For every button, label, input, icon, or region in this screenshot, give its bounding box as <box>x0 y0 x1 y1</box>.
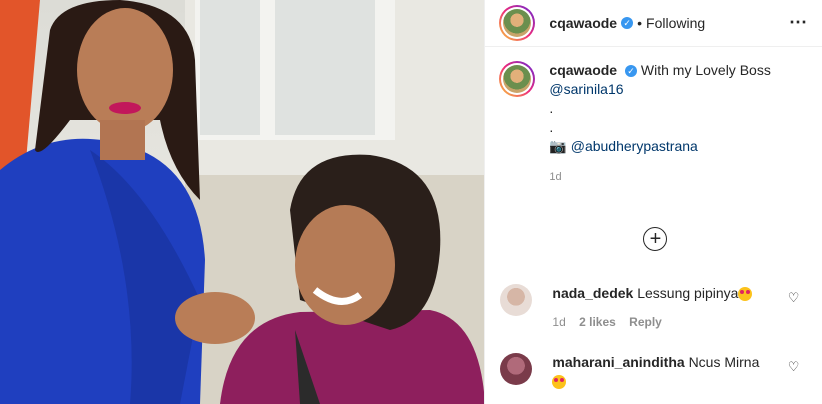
post-photo[interactable] <box>0 0 485 404</box>
post-caption: cqawaode ✓ With my Lovely Boss @sarinila… <box>485 47 822 187</box>
like-comment-heart-icon[interactable]: ♡ <box>788 359 800 375</box>
post-side-panel: cqawaode ✓ • Following ⋯ cqawaode ✓ With… <box>484 0 822 404</box>
caption-avatar[interactable] <box>499 61 536 97</box>
more-options-icon[interactable]: ⋯ <box>789 12 808 33</box>
instagram-post: cqawaode ✓ • Following ⋯ cqawaode ✓ With… <box>0 0 822 404</box>
photo-illustration <box>0 0 485 404</box>
camera-icon: 📷 <box>549 138 567 154</box>
author-avatar[interactable] <box>499 5 536 41</box>
credit-link[interactable]: @abudherypastrana <box>571 138 698 154</box>
caption-verified-badge-icon: ✓ <box>625 65 637 78</box>
caption-timestamp: 1d <box>549 171 562 183</box>
comment-time: 1d <box>552 315 566 329</box>
comment-avatar[interactable] <box>500 284 533 316</box>
comment-text: Lessung pipinya <box>637 285 739 301</box>
caption-username[interactable]: cqawaode <box>549 62 617 78</box>
mention-link[interactable]: @sarinila16 <box>549 81 623 97</box>
comment-item: maharani_aninditha Ncus Mirna ♡ <box>500 353 805 391</box>
post-header: cqawaode ✓ • Following ⋯ <box>485 0 822 47</box>
caption-dot-2: . <box>549 119 554 135</box>
comment-reply-button[interactable]: Reply <box>629 315 662 329</box>
comment-username[interactable]: maharani_aninditha <box>552 354 684 370</box>
comment-body: nada_dedek Lessung pipinya 1d 2 likes Re… <box>552 284 772 332</box>
comment-meta: 1d 2 likes Reply <box>552 313 772 332</box>
author-username[interactable]: cqawaode <box>549 15 617 31</box>
comment-text: Ncus Mirna <box>688 354 760 370</box>
caption-text-block: cqawaode ✓ With my Lovely Boss @sarinila… <box>549 61 770 187</box>
verified-badge-icon: ✓ <box>621 17 634 29</box>
caption-dot-1: . <box>549 100 554 116</box>
comment-username[interactable]: nada_dedek <box>552 285 633 301</box>
comment-likes[interactable]: 2 likes <box>579 315 616 329</box>
heart-eyes-emoji-icon <box>552 375 567 390</box>
comment-item: nada_dedek Lessung pipinya 1d 2 likes Re… <box>500 284 805 332</box>
caption-text: With my Lovely Boss <box>640 62 771 78</box>
heart-eyes-emoji-icon <box>738 287 753 302</box>
separator-dot: • <box>637 15 643 31</box>
load-more-comments-icon[interactable]: + <box>643 227 668 251</box>
like-comment-heart-icon[interactable]: ♡ <box>788 290 800 306</box>
comment-body: maharani_aninditha Ncus Mirna <box>552 353 772 391</box>
following-button[interactable]: Following <box>646 15 705 31</box>
comment-avatar[interactable] <box>500 353 533 385</box>
